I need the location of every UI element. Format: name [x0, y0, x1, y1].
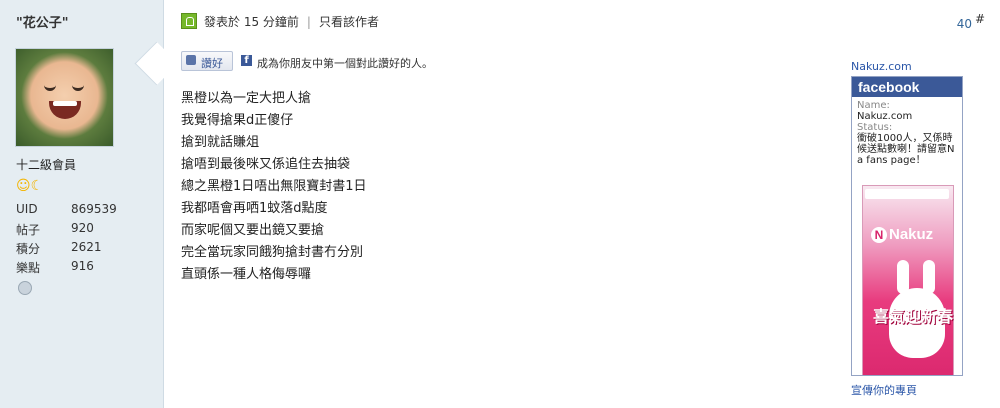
- post-line: 完全當玩家同餓狗搶封書冇分別: [181, 245, 364, 260]
- post-line: 我都唔會再哂1蚊落d點度: [181, 201, 328, 216]
- stat-row: 積分 2621: [16, 240, 117, 259]
- name-value: Nakuz.com: [857, 111, 913, 122]
- avatar[interactable]: [15, 48, 114, 147]
- name-label: Name:: [857, 100, 890, 111]
- stat-row: 帖子 920: [16, 221, 117, 240]
- stat-label: 帖子: [16, 223, 41, 237]
- stat-label: 積分: [16, 242, 41, 256]
- post-line: 總之黑橙1日唔出無限寶封書1日: [181, 179, 367, 194]
- message-icon[interactable]: [18, 281, 32, 295]
- post-line: 黑橙以為一定大把人搶: [181, 91, 312, 106]
- widget-box[interactable]: facebook Name: Nakuz.com Status: 衝破1000人…: [851, 76, 963, 376]
- post-content: 黑橙以為一定大把人搶 我覺得搶果d正傻仔 搶到就話賺俎 搶唔到最後咪又係追住去抽…: [181, 88, 367, 286]
- post-line: 直頭係一種人格侮辱囉: [181, 267, 312, 282]
- stat-value[interactable]: 920: [71, 221, 94, 240]
- status-label: Status:: [857, 122, 893, 133]
- author-name[interactable]: "花公子": [16, 12, 69, 31]
- rank-icons: ☺☾: [16, 178, 43, 194]
- stat-label: 樂點: [16, 261, 41, 275]
- widget-info: Name: Nakuz.com Status: 衝破1000人，又係時候送點數喇…: [852, 97, 962, 169]
- like-button-label: 讚好: [201, 57, 223, 70]
- post-line: 我覺得搶果d正傻仔: [181, 113, 294, 128]
- like-prompt: 成為你朋友中第一個對此讚好的人。: [257, 57, 433, 70]
- stat-row: UID 869539: [16, 202, 117, 221]
- widget-site-link[interactable]: Nakuz.com: [851, 60, 912, 73]
- online-status-icon: [181, 13, 197, 29]
- post-line: 而家呢個又要出鏡又要搶: [181, 223, 325, 238]
- posted-time: 發表於 15 分鐘前: [204, 15, 299, 29]
- banner-logo: N Nakuz: [871, 226, 943, 248]
- stat-row: 樂點 916: [16, 259, 117, 278]
- author-stats: UID 869539 帖子 920 積分 2621 樂點 916: [16, 202, 117, 278]
- post-line: 搶唔到最後咪又係追住去抽袋: [181, 157, 351, 172]
- like-button[interactable]: 讚好: [181, 51, 233, 71]
- sun-icon: ☺: [16, 178, 31, 194]
- status-value: 衝破1000人，又係時候送點數喇！請留意Na fans page！: [857, 133, 955, 166]
- promote-page-link[interactable]: 宣傳你的專頁: [851, 382, 917, 398]
- member-rank: 十二級會員: [16, 158, 77, 172]
- divider: |: [306, 15, 311, 29]
- banner-text: 喜氣迎新春: [873, 307, 954, 326]
- avatar-eye-left: [44, 83, 56, 91]
- stat-label: UID: [16, 202, 38, 216]
- stat-value: 2621: [71, 240, 102, 254]
- banner-logo-text: Nakuz: [889, 226, 934, 243]
- post-meta: 發表於 15 分鐘前 | 只看該作者: [204, 13, 379, 30]
- promo-banner[interactable]: N Nakuz 喜氣迎新春: [862, 185, 954, 375]
- floor-hash: #: [974, 12, 985, 26]
- moon-icon: ☾: [30, 178, 44, 194]
- nakuz-logo-icon: N: [871, 227, 887, 243]
- facebook-logo: facebook: [852, 77, 962, 97]
- avatar-eye-right: [72, 83, 84, 91]
- facebook-icon: f: [241, 55, 252, 66]
- thumbs-up-icon: [186, 55, 196, 65]
- floor-number[interactable]: 40: [957, 17, 972, 31]
- banner-top-strip: [865, 189, 949, 199]
- post-line: 搶到就話賺俎: [181, 135, 260, 150]
- stat-value[interactable]: 869539: [71, 202, 117, 221]
- stat-value: 916: [71, 259, 94, 273]
- facebook-page-widget: Nakuz.com facebook Name: Nakuz.com Statu…: [851, 60, 963, 400]
- avatar-mouth: [49, 101, 81, 119]
- post-header: 發表於 15 分鐘前 | 只看該作者 40 #: [164, 0, 1000, 40]
- only-author-link[interactable]: 只看該作者: [319, 15, 379, 29]
